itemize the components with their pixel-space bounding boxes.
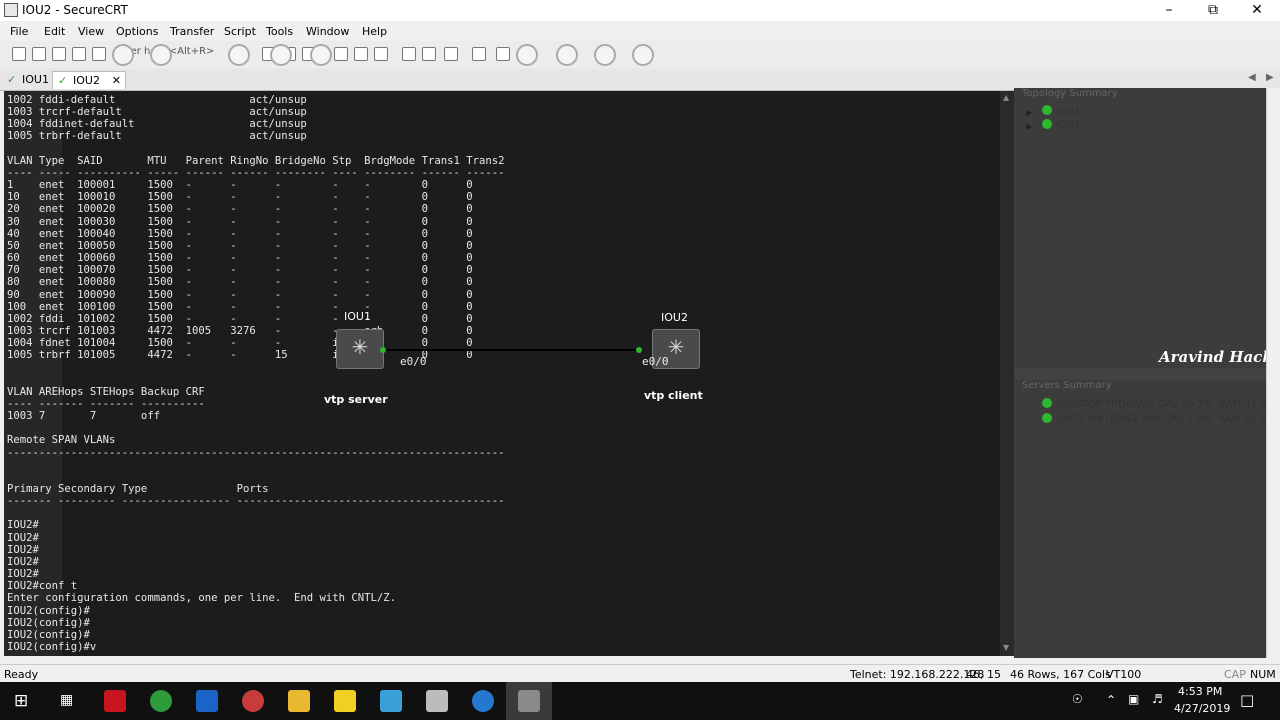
windows-start-icon[interactable]: ⊞ — [14, 691, 28, 711]
file-explorer-taskbar-icon[interactable] — [288, 690, 310, 712]
disconnect-icon[interactable] — [92, 47, 106, 61]
taskbar: ⊞ ▦ ☉ ⌃ ▣ ♬ 4:53 PM 4/27/2019 □ — [0, 682, 1280, 720]
ie-taskbar-icon[interactable] — [472, 690, 494, 712]
status-online-icon — [1042, 398, 1052, 408]
status-online-icon — [1042, 413, 1052, 423]
tab-label: IOU1 — [22, 73, 49, 86]
paint-taskbar-icon[interactable] — [242, 690, 264, 712]
chrome-taskbar-icon[interactable] — [150, 690, 172, 712]
menu-edit[interactable]: Edit — [44, 25, 65, 38]
title-bar: IOU2 - SecureCRT – ⧉ ✕ — [0, 0, 1280, 21]
network-icon[interactable]: ▣ — [1128, 692, 1139, 706]
clock-date[interactable]: 4/27/2019 — [1174, 702, 1230, 715]
status-ready: Ready — [4, 668, 39, 681]
sftp-icon[interactable] — [496, 47, 510, 61]
gns3-side-panel: Topology Summary ▶ IOU1 ▶ IOU2 Aravind H… — [1014, 88, 1280, 658]
topology-summary-title: Topology Summary — [1022, 88, 1118, 99]
menu-view[interactable]: View — [78, 25, 104, 38]
restore-button[interactable]: ⧉ — [1190, 0, 1236, 21]
status-num: NUM — [1250, 668, 1276, 681]
help-icon[interactable] — [472, 47, 486, 61]
keymap-icon[interactable] — [444, 47, 458, 61]
gns3-zoom-out-icon — [594, 44, 616, 66]
server-row[interactable]: DESKTOP-FRDRAM4 CPU 20.3%, RAM 46.9% — [1042, 398, 1276, 410]
quick-connect-icon[interactable] — [32, 47, 46, 61]
menu-transfer[interactable]: Transfer — [170, 25, 214, 38]
topology-summary-panel: Topology Summary ▶ IOU1 ▶ IOU2 Aravind H… — [1014, 88, 1280, 368]
terminal-output: 1002 fddi-default act/unsup 1003 trcrf-d… — [7, 94, 505, 654]
expand-icon[interactable]: ▶ — [1026, 122, 1032, 131]
show-hidden-icons-chevron-up-icon[interactable]: ⌃ — [1106, 693, 1116, 707]
tab-iou1[interactable]: ✓ IOU1 — [2, 71, 50, 89]
scroll-up-icon[interactable]: ▲ — [1003, 93, 1009, 102]
menu-script[interactable]: Script — [224, 25, 256, 38]
acrobat-taskbar-icon[interactable] — [104, 690, 126, 712]
app-taskbar-icon[interactable] — [380, 690, 402, 712]
gns3-save-icon — [150, 44, 172, 66]
connect-icon[interactable] — [12, 47, 26, 61]
close-tab-icon[interactable]: ✕ — [112, 72, 121, 90]
global-options-icon[interactable] — [422, 47, 436, 61]
gns3-screenshot-icon — [632, 44, 654, 66]
app-taskbar-icon[interactable] — [426, 690, 448, 712]
task-view-icon[interactable]: ▦ — [60, 692, 73, 708]
tab-scroll-right-icon[interactable]: ▶ — [1266, 72, 1274, 83]
tab-label: IOU2 — [73, 74, 100, 87]
gns3-open-icon — [112, 44, 134, 66]
menu-window[interactable]: Window — [306, 25, 349, 38]
connected-check-icon: ✓ — [58, 74, 68, 87]
menu-options[interactable]: Options — [116, 25, 158, 38]
securecrt-taskbar-button[interactable] — [506, 682, 552, 720]
gns3-zoom-in-icon — [556, 44, 578, 66]
toolbar: Enter host <Alt+R> — [0, 41, 1280, 70]
securecrt-taskbar-icon — [518, 690, 540, 712]
minimize-button[interactable]: – — [1146, 0, 1192, 21]
action-center-icon[interactable]: □ — [1240, 691, 1254, 709]
status-bar: Ready Telnet: 192.168.222.128 46, 15 46 … — [0, 664, 1280, 683]
menu-help[interactable]: Help — [362, 25, 387, 38]
expand-icon[interactable]: ▶ — [1026, 108, 1032, 117]
status-emulation: VT100 — [1106, 668, 1142, 681]
session-options-icon[interactable] — [402, 47, 416, 61]
status-online-icon — [1042, 105, 1052, 115]
servers-summary-title: Servers Summary — [1022, 380, 1112, 391]
scroll-down-icon[interactable]: ▼ — [1003, 643, 1009, 652]
menu-file[interactable]: File — [10, 25, 28, 38]
terminal-scrollbar[interactable]: ▲ ▼ — [1000, 91, 1014, 656]
print-screen-icon[interactable] — [374, 47, 388, 61]
menu-bar: File Edit View Options Transfer Script T… — [0, 21, 1280, 41]
menu-tools[interactable]: Tools — [266, 25, 293, 38]
window-title: IOU2 - SecureCRT — [22, 3, 128, 17]
status-cursor: 46, 15 — [966, 668, 1001, 681]
print-icon[interactable] — [334, 47, 348, 61]
tab-iou2[interactable]: ✓ IOU2 ✕ — [52, 71, 126, 89]
securecrt-app-icon — [4, 3, 18, 17]
people-icon[interactable]: ☉ — [1072, 692, 1083, 706]
status-cap: CAP — [1224, 668, 1246, 681]
gns3-ellipse-icon — [516, 44, 538, 66]
brand-watermark: Aravind Hack — [1159, 348, 1273, 366]
tab-scroll-left-icon[interactable]: ◀ — [1248, 72, 1256, 83]
topology-item-iou2[interactable]: IOU2 — [1042, 119, 1081, 131]
topology-item-iou1[interactable]: IOU1 — [1042, 105, 1081, 117]
status-telnet: Telnet: 192.168.222.128 — [850, 668, 985, 681]
gns3-pause-icon — [270, 44, 292, 66]
status-size: 46 Rows, 167 Cols — [1010, 668, 1111, 681]
gns3-start-icon — [228, 44, 250, 66]
window-scrollbar[interactable] — [1266, 88, 1280, 658]
connect-tab-icon[interactable] — [52, 47, 66, 61]
print-selection-icon[interactable] — [354, 47, 368, 61]
terminal-screen[interactable]: 1002 fddi-default act/unsup 1003 trcrf-d… — [4, 91, 1000, 656]
connected-check-icon: ✓ — [7, 73, 17, 86]
server-row[interactable]: GN53 VM (GNS3 VM) CPU 1.0%, RAM 23.8% — [1042, 413, 1276, 425]
close-window-button[interactable]: ✕ — [1234, 0, 1280, 21]
outlook-taskbar-icon[interactable] — [196, 690, 218, 712]
reconnect-icon[interactable] — [72, 47, 86, 61]
volume-icon[interactable]: ♬ — [1152, 692, 1163, 706]
status-online-icon — [1042, 119, 1052, 129]
servers-summary-panel: Servers Summary DESKTOP-FRDRAM4 CPU 20.3… — [1014, 380, 1280, 658]
gns3-stop-icon — [310, 44, 332, 66]
sticky-notes-taskbar-icon[interactable] — [334, 690, 356, 712]
clock-time[interactable]: 4:53 PM — [1178, 685, 1222, 698]
